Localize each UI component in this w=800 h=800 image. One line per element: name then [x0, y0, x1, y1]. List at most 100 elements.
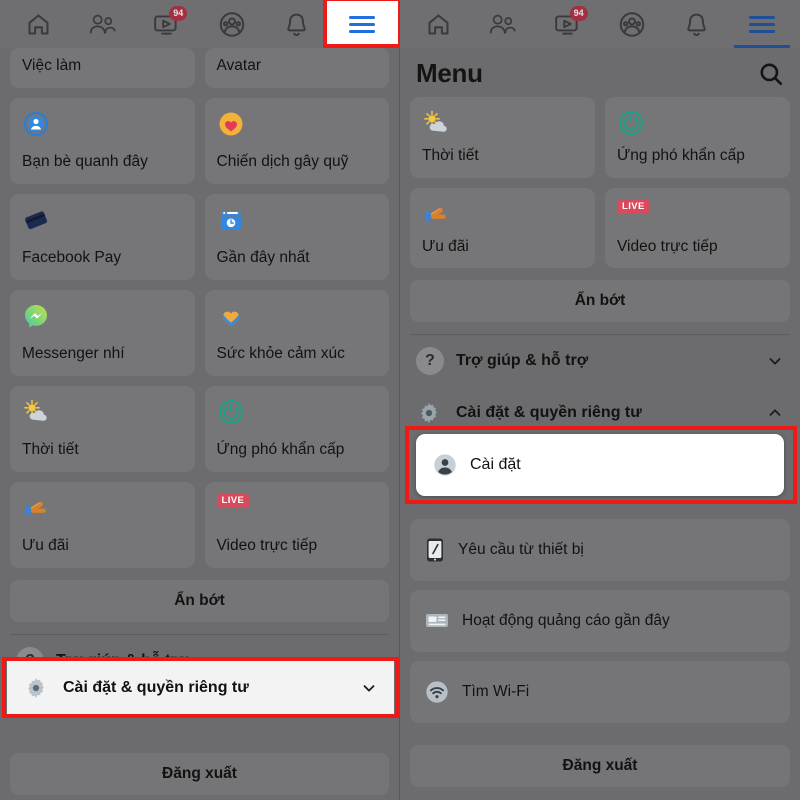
tile-video-truc-tiep[interactable]: LIVE Video trực tiếp	[605, 187, 790, 269]
see-less-button[interactable]: Ẩn bớt	[410, 280, 790, 323]
offers-icon	[422, 200, 585, 230]
tile-avatar[interactable]: Avatar	[204, 48, 389, 88]
crisis-response-icon	[217, 398, 380, 428]
tile-label: Chiến dịch gây quỹ	[216, 153, 349, 171]
left-top-navigation-bar: 94	[0, 0, 399, 48]
tile-gan-day-nhat[interactable]: Gần đây nhất	[204, 194, 389, 280]
nav-notifications-icon[interactable]	[673, 4, 721, 44]
tile-label: Gần đây nhất	[216, 249, 310, 267]
subitem-yeu-cau-tu-thiet-bi[interactable]: Yêu cầu từ thiết bị	[410, 519, 790, 582]
row-label: Cài đặt & quyền riêng tư	[63, 678, 249, 696]
nav-groups-icon[interactable]	[608, 4, 656, 44]
row-label: Trợ giúp & hỗ trợ	[456, 352, 589, 370]
nav-video-icon[interactable]: 94	[544, 4, 592, 44]
see-less-button[interactable]: Ẩn bớt	[10, 580, 389, 622]
tile-label: Ứng phó khẩn cấp	[216, 441, 345, 459]
live-video-icon: LIVE	[216, 494, 380, 524]
offers-icon	[22, 494, 185, 524]
recent-icon	[217, 206, 380, 236]
logout-button[interactable]: Đăng xuất	[10, 753, 389, 795]
right-panel: 94 Menu Thời tiết Ứng phó khẩn cấp Ưu đã…	[400, 0, 800, 800]
menu-header: Menu	[410, 48, 790, 97]
weather-icon	[422, 109, 585, 139]
chevron-down-icon	[363, 684, 375, 692]
tile-uu-dai[interactable]: Ưu đãi	[410, 187, 595, 269]
left-shortcut-grid: Việc làm Avatar Bạn bè quanh đây Chiến d…	[10, 48, 389, 568]
dual-panel-screenshot: 94 Việc làm Avatar Bạn bè quanh đây Chiế…	[0, 0, 800, 800]
tile-label: Ưu đãi	[22, 537, 69, 555]
nav-home-icon[interactable]	[414, 4, 462, 44]
weather-icon	[22, 398, 185, 428]
nav-friends-icon[interactable]	[479, 4, 527, 44]
tile-thoi-tiet[interactable]: Thời tiết	[10, 386, 195, 472]
wifi-icon	[424, 679, 450, 705]
row-label: Cài đặt & quyền riêng tư	[456, 404, 642, 422]
tile-thoi-tiet[interactable]: Thời tiết	[410, 97, 595, 178]
active-tab-underline	[324, 45, 399, 48]
menu-tab-active-indicator[interactable]	[324, 0, 399, 48]
tile-messenger-nhi[interactable]: Messenger nhí	[10, 290, 195, 376]
facebook-pay-icon	[22, 206, 185, 236]
account-circle-icon	[432, 452, 458, 478]
tile-uu-dai[interactable]: Ưu đãi	[10, 482, 195, 568]
video-badge-count: 94	[169, 6, 188, 21]
subitem-label: Yêu cầu từ thiết bị	[458, 541, 584, 559]
tile-label: Facebook Pay	[22, 249, 122, 267]
logout-button[interactable]: Đăng xuất	[410, 745, 790, 788]
nav-menu-icon[interactable]	[733, 4, 790, 48]
chevron-down-icon	[769, 358, 781, 365]
fundraiser-heart-icon	[217, 110, 380, 140]
hamburger-glyph-active	[348, 15, 375, 33]
tile-ban-be-quanh-day[interactable]: Bạn bè quanh đây	[10, 98, 195, 184]
right-shortcut-grid: Thời tiết Ứng phó khẩn cấp Ưu đãi LIVE V…	[410, 97, 790, 269]
tile-chien-dich-gay-quy[interactable]: Chiến dịch gây quỹ	[204, 98, 389, 184]
subitem-hoat-dong-quang-cao[interactable]: Hoạt động quảng cáo gần đây	[410, 590, 790, 653]
recent-ad-activity-icon	[424, 609, 450, 633]
nav-friends-icon[interactable]	[79, 4, 127, 44]
right-top-navigation-bar: 94	[400, 0, 800, 48]
nav-notifications-icon[interactable]	[272, 4, 320, 44]
nav-groups-icon[interactable]	[208, 4, 256, 44]
live-badge: LIVE	[216, 494, 250, 509]
subitem-label: Hoạt động quảng cáo gần đây	[462, 612, 670, 630]
search-icon[interactable]	[758, 61, 784, 87]
right-menu-content: Menu Thời tiết Ứng phó khẩn cấp Ưu đãi L…	[400, 48, 800, 800]
live-badge: LIVE	[617, 199, 650, 215]
crisis-response-icon	[617, 109, 780, 139]
nav-video-icon[interactable]: 94	[143, 4, 191, 44]
page-title: Menu	[416, 58, 483, 88]
tile-label: Thời tiết	[22, 441, 79, 459]
row-help-and-support[interactable]: ? Trợ giúp & hỗ trợ	[410, 335, 790, 387]
tile-viec-lam[interactable]: Việc làm	[10, 48, 195, 88]
nearby-friends-icon	[22, 110, 185, 140]
tile-label: Sức khỏe cảm xúc	[216, 345, 345, 363]
tile-suc-khoe-cam-xuc[interactable]: Sức khỏe cảm xúc	[204, 290, 389, 376]
tile-label: Bạn bè quanh đây	[22, 153, 148, 171]
active-tab-underline	[733, 45, 790, 48]
tile-label: Thời tiết	[422, 147, 479, 164]
subitem-label: Cài đặt	[470, 456, 521, 473]
tile-facebook-pay[interactable]: Facebook Pay	[10, 194, 195, 280]
tile-label: Ưu đãi	[422, 237, 469, 255]
tile-ung-pho-khan-cap[interactable]: Ứng phó khẩn cấp	[605, 97, 790, 178]
subitem-cai-dat-highlighted[interactable]: Cài đặt	[416, 434, 784, 496]
device-request-icon	[424, 537, 446, 563]
row-settings-and-privacy-highlighted[interactable]: Cài đặt & quyền riêng tư	[7, 661, 394, 714]
hamburger-glyph	[748, 15, 775, 33]
messenger-kids-icon	[22, 302, 185, 332]
chevron-up-icon	[769, 409, 781, 416]
live-video-icon: LIVE	[617, 199, 780, 230]
help-question-icon: ?	[416, 347, 444, 376]
nav-home-icon[interactable]	[14, 4, 62, 44]
subitem-tim-wifi[interactable]: Tìm Wi-Fi	[410, 661, 790, 724]
gear-icon	[416, 400, 444, 426]
tile-label: Việc làm	[22, 57, 82, 75]
row-settings-and-privacy[interactable]: Cài đặt & quyền riêng tư	[410, 387, 790, 439]
left-panel: 94 Việc làm Avatar Bạn bè quanh đây Chiế…	[0, 0, 400, 800]
tile-ung-pho-khan-cap[interactable]: Ứng phó khẩn cấp	[204, 386, 389, 472]
tile-label: Ứng phó khẩn cấp	[617, 147, 745, 164]
tile-video-truc-tiep[interactable]: LIVE Video trực tiếp	[204, 482, 389, 568]
tile-label: Video trực tiếp	[617, 237, 718, 255]
tile-label: Messenger nhí	[22, 345, 125, 363]
tile-label: Video trực tiếp	[216, 537, 318, 555]
